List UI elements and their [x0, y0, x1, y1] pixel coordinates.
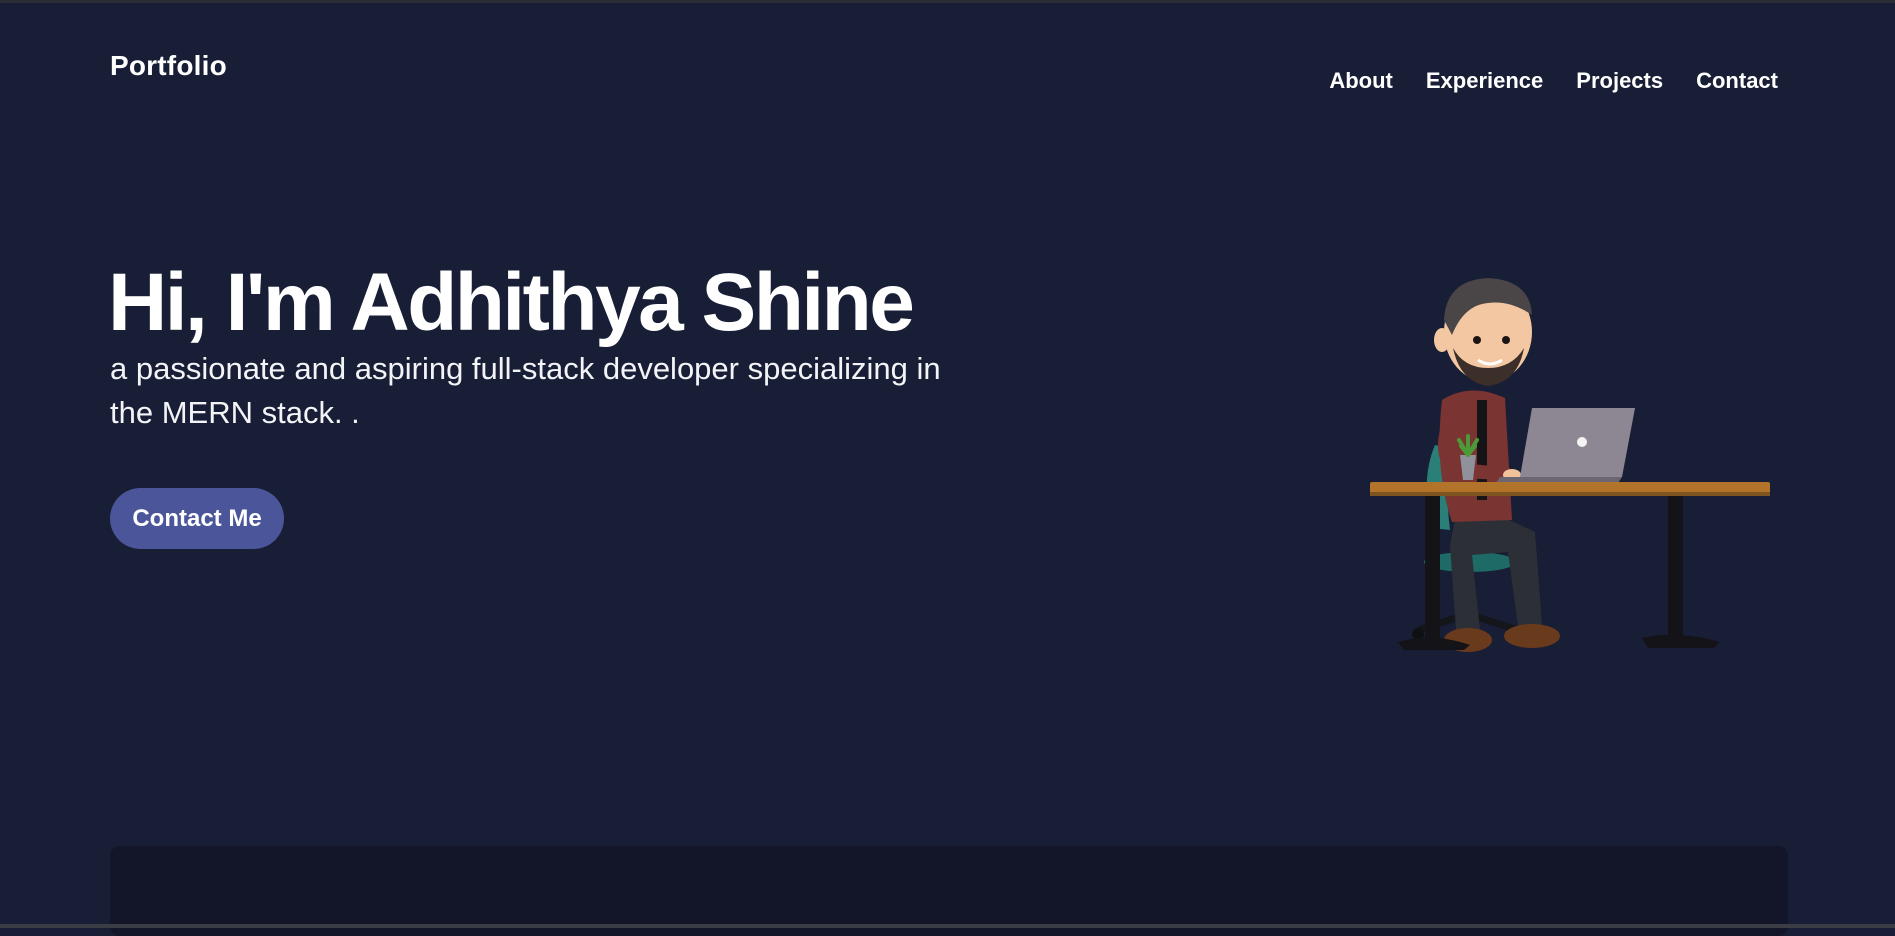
- nav-link-projects[interactable]: Projects: [1576, 68, 1663, 94]
- pants: [1450, 518, 1542, 630]
- right-shoe: [1504, 624, 1560, 648]
- window-top-border: [0, 0, 1895, 3]
- desk-leg-left: [1425, 496, 1440, 641]
- window-bottom-border: [0, 924, 1895, 928]
- desk-leg-right: [1668, 496, 1683, 641]
- brand-logo[interactable]: Portfolio: [110, 50, 227, 82]
- nav-link-contact[interactable]: Contact: [1696, 68, 1778, 94]
- main-nav: About Experience Projects Contact: [1329, 68, 1778, 94]
- hero-subtitle: a passionate and aspiring full-stack dev…: [110, 351, 941, 430]
- content-card: [110, 846, 1788, 936]
- developer-at-desk-illustration: [1370, 278, 1770, 652]
- contact-me-button[interactable]: Contact Me: [110, 488, 284, 549]
- nav-link-experience[interactable]: Experience: [1426, 68, 1543, 94]
- nav-link-about[interactable]: About: [1329, 68, 1393, 94]
- hero-title: Hi, I'm Adhithya Shine: [108, 257, 915, 348]
